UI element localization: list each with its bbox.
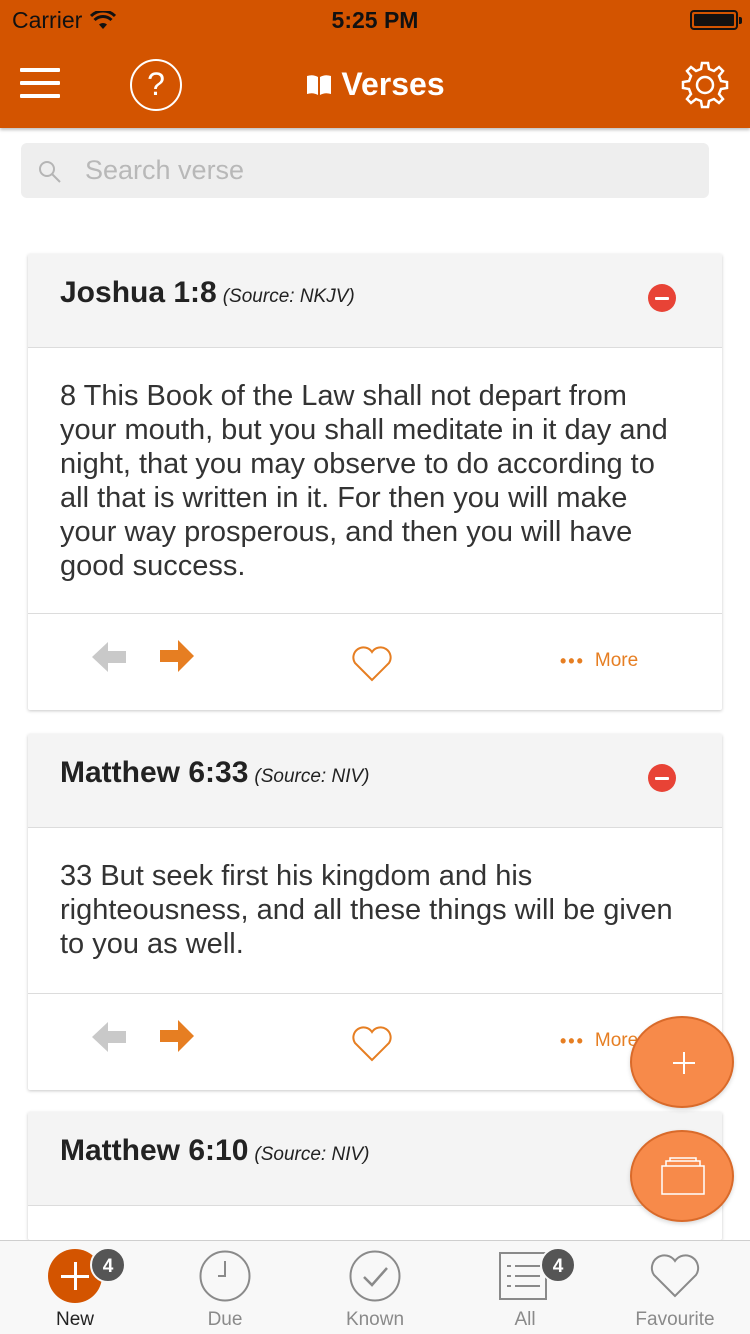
folder-fab-button[interactable] xyxy=(630,1130,734,1222)
tab-label: Known xyxy=(345,1309,405,1330)
heart-icon xyxy=(650,1254,700,1298)
bottom-tab-bar: 4 New Due Known 4 All Favourite xyxy=(0,1240,750,1334)
verse-source: (Source: NIV) xyxy=(254,766,370,787)
verse-source: (Source: NIV) xyxy=(254,1144,370,1165)
more-label: More xyxy=(594,650,639,671)
status-time: 5:25 PM xyxy=(331,7,419,33)
verse-source: (Source: NKJV) xyxy=(222,286,355,307)
more-dots-icon: ••• xyxy=(560,1030,585,1051)
tab-label: Favourite xyxy=(635,1309,715,1330)
verse-title: Joshua 1:8 (Source: NKJV) xyxy=(60,276,355,310)
tab-label: All xyxy=(514,1309,536,1330)
remove-verse-button[interactable] xyxy=(648,764,676,792)
tab-known[interactable]: Known xyxy=(300,1241,450,1334)
tab-all[interactable]: 4 All xyxy=(450,1241,600,1334)
next-arrow-icon[interactable] xyxy=(158,638,196,674)
clock-icon xyxy=(199,1250,251,1302)
verse-card-header: Joshua 1:8 (Source: NKJV) xyxy=(28,254,722,348)
tab-new[interactable]: 4 New xyxy=(0,1241,150,1334)
verse-reference: Matthew 6:33 xyxy=(60,756,249,789)
remove-verse-button[interactable] xyxy=(648,284,676,312)
verse-text: 8 This Book of the Law shall not depart … xyxy=(28,348,722,614)
tab-due[interactable]: Due xyxy=(150,1241,300,1334)
verse-card: Joshua 1:8 (Source: NKJV) 8 This Book of … xyxy=(28,254,722,710)
verse-text xyxy=(28,1206,722,1240)
top-bar: Carrier 5:25 PM ? Verses xyxy=(0,0,750,128)
tab-label: New xyxy=(55,1309,94,1330)
more-button[interactable]: ••• More xyxy=(560,1030,638,1052)
tab-label: Due xyxy=(207,1309,243,1330)
search-icon xyxy=(39,161,61,183)
tab-favourite[interactable]: Favourite xyxy=(600,1241,750,1334)
title-text: Verses xyxy=(341,66,445,102)
page-title: Verses xyxy=(0,66,750,103)
verse-card: Matthew 6:33 (Source: NIV) 33 But seek fi… xyxy=(28,734,722,1090)
battery-icon xyxy=(690,10,742,30)
status-bar: Carrier 5:25 PM xyxy=(0,0,750,40)
previous-arrow-icon[interactable] xyxy=(90,640,128,674)
verse-card-actions: ••• More xyxy=(28,614,722,710)
verse-card-actions: ••• More xyxy=(28,994,722,1090)
verse-card-header: Matthew 6:33 (Source: NIV) xyxy=(28,734,722,828)
verse-text: 33 But seek first his kingdom and his ri… xyxy=(28,828,722,994)
check-circle-icon xyxy=(349,1250,401,1302)
favourite-heart-icon[interactable] xyxy=(350,1024,394,1062)
next-arrow-icon[interactable] xyxy=(158,1018,196,1054)
settings-gear-icon[interactable] xyxy=(680,60,730,110)
add-verse-fab-button[interactable] xyxy=(630,1016,734,1108)
verse-reference: Matthew 6:10 xyxy=(60,1134,249,1167)
verse-reference: Joshua 1:8 xyxy=(60,276,217,309)
folder-icon xyxy=(661,1157,705,1195)
verse-card: Matthew 6:10 (Source: NIV) xyxy=(28,1112,722,1240)
search-input[interactable] xyxy=(85,143,685,198)
more-button[interactable]: ••• More xyxy=(560,650,638,672)
all-count-badge: 4 xyxy=(540,1247,576,1283)
verse-title: Matthew 6:33 (Source: NIV) xyxy=(60,756,369,790)
verse-card-header: Matthew 6:10 (Source: NIV) xyxy=(28,1112,722,1206)
book-icon xyxy=(307,74,332,95)
previous-arrow-icon[interactable] xyxy=(90,1020,128,1054)
new-count-badge: 4 xyxy=(90,1247,126,1283)
verse-title: Matthew 6:10 (Source: NIV) xyxy=(60,1134,369,1168)
favourite-heart-icon[interactable] xyxy=(350,644,394,682)
search-bar xyxy=(21,143,709,198)
more-dots-icon: ••• xyxy=(560,650,585,671)
